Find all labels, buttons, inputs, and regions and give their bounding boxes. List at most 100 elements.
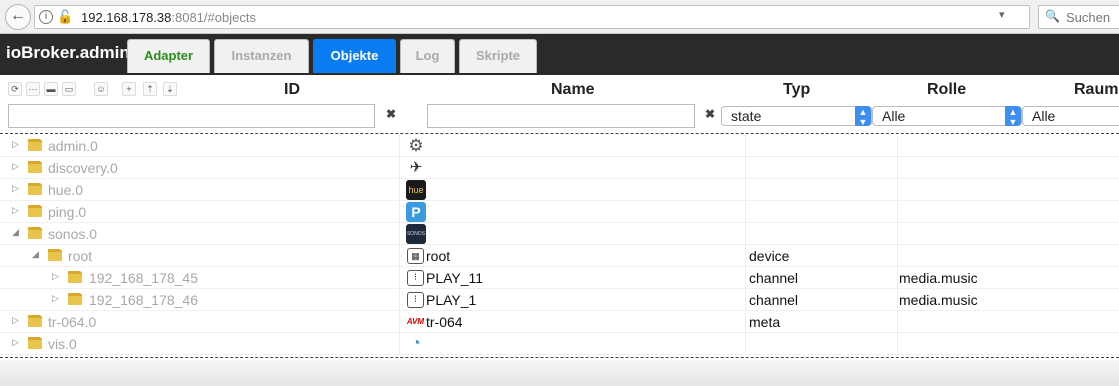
column-divider xyxy=(745,245,746,267)
back-button[interactable]: ← xyxy=(5,4,31,30)
tab-objekte[interactable]: Objekte xyxy=(313,39,396,73)
gear-icon: ⚙ xyxy=(408,136,424,155)
tab-instanzen[interactable]: Instanzen xyxy=(214,39,309,73)
column-divider xyxy=(897,311,898,333)
clear-id-filter-button[interactable]: ✖ xyxy=(386,107,396,121)
browser-toolbar: ← i 🔓 192.168.178.38:8081/#objects ▾ ↻ 🔍… xyxy=(0,0,1119,34)
url-dropdown-icon[interactable]: ▾ xyxy=(999,8,1005,21)
refresh-icon[interactable]: ⟳ xyxy=(8,82,22,96)
room-filter-select[interactable]: Alle xyxy=(1022,106,1119,126)
room-filter-value: Alle xyxy=(1032,108,1056,124)
tree-row[interactable]: ◢ root ▦ root device xyxy=(0,245,1119,267)
tree-row[interactable]: ▷ admin.0 ⚙ xyxy=(0,135,1119,157)
browser-search-field[interactable]: 🔍 Suchen xyxy=(1038,5,1119,29)
expand-icon[interactable]: ▷ xyxy=(12,315,19,326)
column-divider xyxy=(745,135,746,157)
tree-row[interactable]: ▷ ping.0 P xyxy=(0,201,1119,223)
add-icon[interactable]: + xyxy=(122,82,136,96)
tree-row[interactable]: ▷ 192_168_178_45 ⁝ PLAY_11 channel media… xyxy=(0,267,1119,289)
column-header-room[interactable]: Raum xyxy=(1074,81,1118,99)
clear-name-filter-button[interactable]: ✖ xyxy=(705,107,715,121)
column-header-id[interactable]: ID xyxy=(284,81,300,99)
column-divider xyxy=(399,289,400,311)
user-icon[interactable]: ☺ xyxy=(94,82,108,96)
grid-header: ⟳ ⋯ ▬ ▭ ☺ + ⇡ ⇣ ID Name Typ Rolle Raum ✖… xyxy=(0,75,1119,133)
expand-icon[interactable]: ▷ xyxy=(12,337,19,348)
column-divider xyxy=(745,267,746,289)
upload-icon[interactable]: ⇡ xyxy=(143,82,157,96)
tree-row[interactable]: ▷ tr-064.0 AVM tr-064 meta xyxy=(0,311,1119,333)
column-divider xyxy=(399,201,400,223)
insecure-lock-icon[interactable]: 🔓 xyxy=(57,9,73,25)
role-filter-value: Alle xyxy=(882,108,906,124)
tab-adapter[interactable]: Adapter xyxy=(127,39,210,73)
divider xyxy=(0,357,1119,358)
collapse-icon[interactable]: ◢ xyxy=(32,249,39,260)
row-id: discovery.0 xyxy=(48,160,118,176)
column-divider xyxy=(897,201,898,223)
tree-row[interactable]: ▷ 192_168_178_46 ⁝ PLAY_1 channel media.… xyxy=(0,289,1119,311)
row-name: tr-064 xyxy=(426,314,463,330)
tree-row[interactable]: ▷ vis.0 ◔ xyxy=(0,333,1119,355)
expand-icon[interactable]: ▷ xyxy=(12,161,19,172)
url-bar[interactable]: i 🔓 192.168.178.38:8081/#objects ▾ ↻ xyxy=(34,5,1053,29)
column-divider xyxy=(745,289,746,311)
column-header-type[interactable]: Typ xyxy=(783,81,810,99)
column-divider xyxy=(399,179,400,201)
column-divider xyxy=(897,223,898,245)
column-divider xyxy=(745,179,746,201)
type-filter-select[interactable]: state ▲ ▼ xyxy=(721,106,872,127)
app-header: ioBroker.admin Adapter Instanzen Objekte… xyxy=(0,34,1119,75)
type-filter-value: state xyxy=(731,108,762,124)
expand-icon[interactable]: ▷ xyxy=(52,293,59,304)
folder-icon xyxy=(28,161,42,173)
url-text[interactable]: 192.168.178.38:8081/#objects xyxy=(81,10,256,25)
column-divider xyxy=(399,311,400,333)
column-divider xyxy=(897,267,898,289)
expand-icon[interactable]: ▷ xyxy=(12,183,19,194)
row-id: tr-064.0 xyxy=(48,314,97,330)
folder-icon xyxy=(68,293,82,305)
info-icon[interactable]: i xyxy=(39,10,53,24)
list-view-icon[interactable]: ⋯ xyxy=(26,82,40,96)
tree-row[interactable]: ▷ discovery.0 ✈ xyxy=(0,157,1119,179)
row-id: sonos.0 xyxy=(48,226,98,242)
device-icon: ▦ xyxy=(407,248,424,264)
select-arrows-icon: ▲ ▼ xyxy=(1005,106,1021,127)
expand-icon[interactable]: ▷ xyxy=(52,271,59,282)
object-tree: ▷ admin.0 ⚙ ▷ discovery.0 ✈ ▷ hue.0 hue … xyxy=(0,133,1119,360)
column-divider xyxy=(897,135,898,157)
sonos-icon: SONOS xyxy=(406,224,426,244)
column-divider xyxy=(399,157,400,179)
row-type: channel xyxy=(749,292,799,308)
collapse-icon[interactable]: ◢ xyxy=(12,227,19,238)
footer xyxy=(0,360,1119,386)
folder-icon xyxy=(28,183,42,195)
id-filter-input[interactable] xyxy=(8,104,375,128)
column-header-role[interactable]: Rolle xyxy=(927,81,966,99)
tab-skripte[interactable]: Skripte xyxy=(459,39,537,73)
column-divider xyxy=(399,333,400,355)
column-divider xyxy=(399,267,400,289)
column-divider xyxy=(399,135,400,157)
download-icon[interactable]: ⇣ xyxy=(163,82,177,96)
expand-icon[interactable]: ▷ xyxy=(12,205,19,216)
tree-row[interactable]: ◢ sonos.0 SONOS xyxy=(0,223,1119,245)
tree-row[interactable]: ▷ hue.0 hue xyxy=(0,179,1119,201)
url-path: :8081/#objects xyxy=(171,10,256,25)
column-divider xyxy=(897,245,898,267)
folder-collapse-icon[interactable]: ▬ xyxy=(44,82,58,96)
binoculars-icon: ✈ xyxy=(409,159,423,176)
column-header-name[interactable]: Name xyxy=(551,81,595,99)
app-title: ioBroker.admin xyxy=(6,43,130,62)
column-divider xyxy=(399,245,400,267)
role-filter-select[interactable]: Alle ▲ ▼ xyxy=(872,106,1022,127)
name-filter-input[interactable] xyxy=(427,104,695,128)
row-type: device xyxy=(749,248,790,264)
folder-icon xyxy=(28,205,42,217)
tab-log[interactable]: Log xyxy=(400,39,455,73)
folder-expand-icon[interactable]: ▭ xyxy=(62,82,76,96)
expand-icon[interactable]: ▷ xyxy=(12,139,19,150)
folder-icon xyxy=(48,249,62,261)
row-type: channel xyxy=(749,270,799,286)
